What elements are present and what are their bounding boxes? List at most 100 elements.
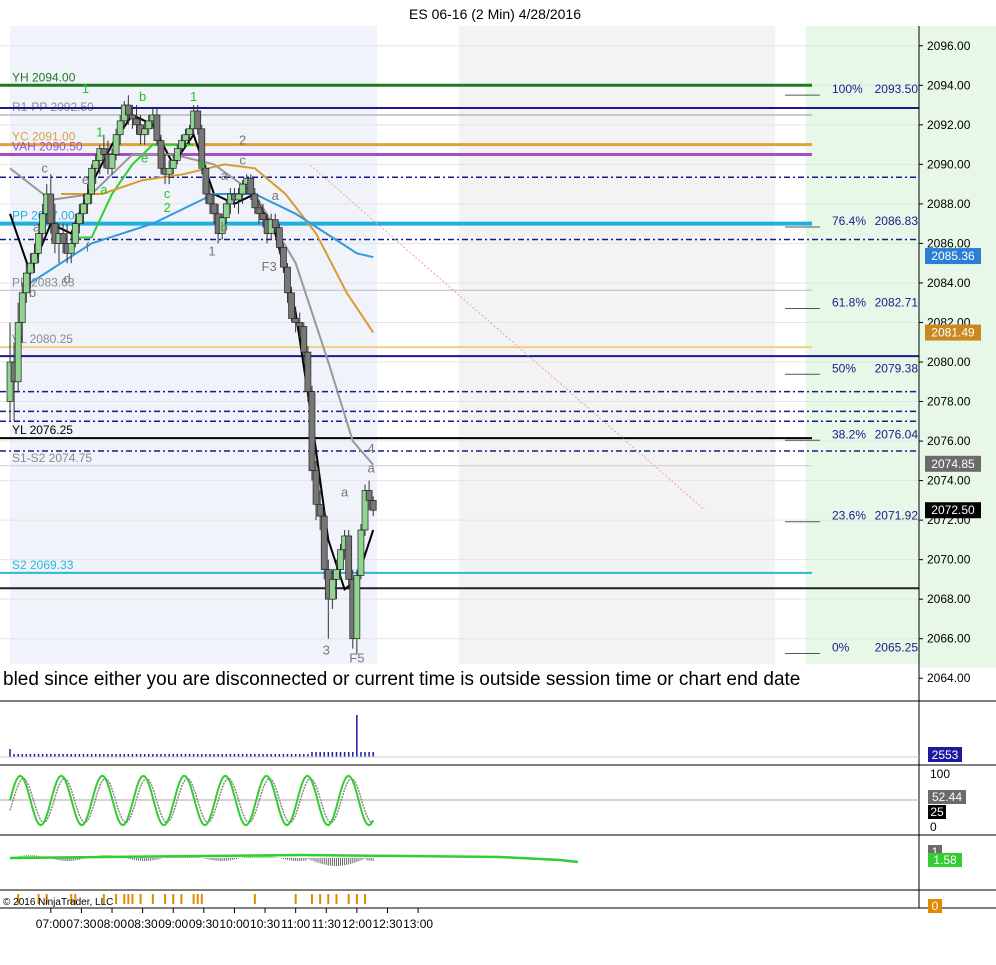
fib-value-4: 2076.04 [875, 427, 919, 441]
marker-26 [364, 894, 367, 904]
price-badge-text-3: 2072.50 [931, 503, 975, 517]
wave-label-1: b [139, 89, 146, 104]
wave-label-13: d [64, 271, 71, 286]
x-tick-label-1: 07:30 [66, 917, 96, 931]
candle-body-61 [255, 207, 263, 215]
x-tick-label-6: 10:00 [219, 917, 249, 931]
status-banner: bled since either you are disconnected o… [3, 669, 800, 690]
osc-badge-signal: 25 [928, 805, 946, 819]
marker-10 [139, 894, 142, 904]
y-tick-label-16: 2096.00 [927, 39, 971, 53]
marker-6 [115, 894, 118, 904]
candle-body-3 [18, 292, 26, 323]
candle-body-75 [312, 470, 320, 505]
wave-label-10: e [82, 172, 89, 187]
candle-body-7 [35, 233, 42, 254]
wave-label-9: c [41, 160, 48, 175]
candle-body-41 [173, 148, 181, 161]
candle-body-77 [320, 515, 328, 570]
marker-badge-text: 0 [932, 899, 939, 913]
y-tick-label-0: 2064.00 [927, 671, 971, 685]
wave-label-18: b [221, 220, 228, 235]
candle-body-37 [157, 140, 165, 169]
marker-13 [172, 894, 175, 904]
candle-body-5 [27, 262, 34, 274]
y-tick-label-13: 2090.00 [927, 157, 971, 171]
candle-body-79 [329, 579, 336, 600]
fib-label-5: 23.6% [832, 509, 866, 523]
candle-body-57 [239, 183, 246, 195]
fib-label-2: 61.8% [832, 295, 866, 309]
wave-label-14: b [29, 285, 36, 300]
chart-title: ES 06-16 (2 Min) 4/28/2016 [409, 6, 581, 22]
wave-label-12: f [86, 239, 90, 254]
fib-value-5: 2071.92 [875, 509, 919, 523]
osc-badge-signal-text: 25 [930, 805, 944, 819]
price-badge-text-1: 2081.49 [931, 326, 975, 340]
wave-label-7: 2 [163, 200, 170, 215]
candle-body-67 [280, 247, 287, 268]
x-tick-label-8: 11:00 [281, 917, 310, 931]
candle-body-27 [116, 120, 124, 136]
osc-badge-main-text: 52.44 [932, 790, 962, 804]
x-tick-label-12: 13:00 [403, 917, 433, 931]
candle-body-16 [71, 223, 79, 244]
fib-value-3: 2079.38 [875, 361, 919, 375]
candle-body-23 [100, 148, 108, 155]
y-tick-label-15: 2094.00 [927, 78, 971, 92]
candle-body-43 [182, 134, 189, 141]
candle-body-17 [76, 213, 83, 224]
wave-label-24: a [368, 461, 376, 476]
marker-badge: 0 [928, 899, 942, 913]
marker-8 [127, 894, 130, 904]
marker-18 [253, 894, 256, 904]
level-label-3: VAH 2090.50 [12, 139, 83, 153]
candle-body-2 [14, 322, 22, 383]
fib-value-0: 2093.50 [875, 82, 919, 96]
candle-body-72 [300, 326, 308, 353]
wave-label-22: a [341, 484, 349, 499]
fib-label-6: 0% [832, 641, 850, 655]
candle-body-18 [80, 203, 87, 215]
marker-21 [319, 894, 322, 904]
x-tick-label-5: 09:30 [189, 917, 219, 931]
candle-body-83 [345, 535, 353, 580]
candle-body-33 [141, 128, 149, 136]
candle-body-85 [353, 575, 361, 640]
y-tick-label-5: 2074.00 [927, 474, 971, 488]
marker-20 [310, 894, 313, 904]
marker-23 [335, 894, 338, 904]
candle-body-26 [112, 134, 120, 155]
marker-7 [123, 894, 126, 904]
candle-body-40 [169, 160, 177, 169]
x-tick-label-3: 08:30 [128, 917, 158, 931]
osc-tick-100: 100 [930, 767, 950, 781]
fib-label-3: 50% [832, 361, 856, 375]
candle-body-19 [84, 193, 91, 205]
marker-15 [192, 894, 195, 904]
volume-badge-text: 2553 [932, 748, 959, 762]
wave-label-25: 3 [323, 643, 330, 658]
candle-body-66 [275, 227, 283, 248]
wave-label-20: a [272, 188, 280, 203]
candle-body-71 [296, 322, 304, 327]
candle-body-34 [145, 120, 153, 130]
y-tick-label-10: 2084.00 [927, 276, 971, 290]
marker-22 [327, 894, 330, 904]
y-tick-label-1: 2066.00 [927, 632, 971, 646]
fib-label-4: 38.2% [832, 427, 866, 441]
x-tick-label-11: 12:30 [372, 917, 402, 931]
candle-body-39 [165, 167, 173, 175]
candle-body-81 [337, 549, 344, 570]
osc-tick-0: 0 [930, 820, 937, 834]
wave-label-11: a [33, 220, 41, 235]
wave-label-0: 1 [82, 81, 89, 96]
candle-body-56 [235, 193, 242, 201]
candle-body-76 [316, 503, 324, 517]
candle-body-36 [153, 114, 161, 141]
x-tick-label-2: 08:00 [97, 917, 127, 931]
candle-body-21 [92, 160, 100, 169]
wave-label-5: a [100, 182, 108, 197]
y-tick-label-2: 2068.00 [927, 592, 971, 606]
x-tick-label-4: 09:00 [158, 917, 188, 931]
